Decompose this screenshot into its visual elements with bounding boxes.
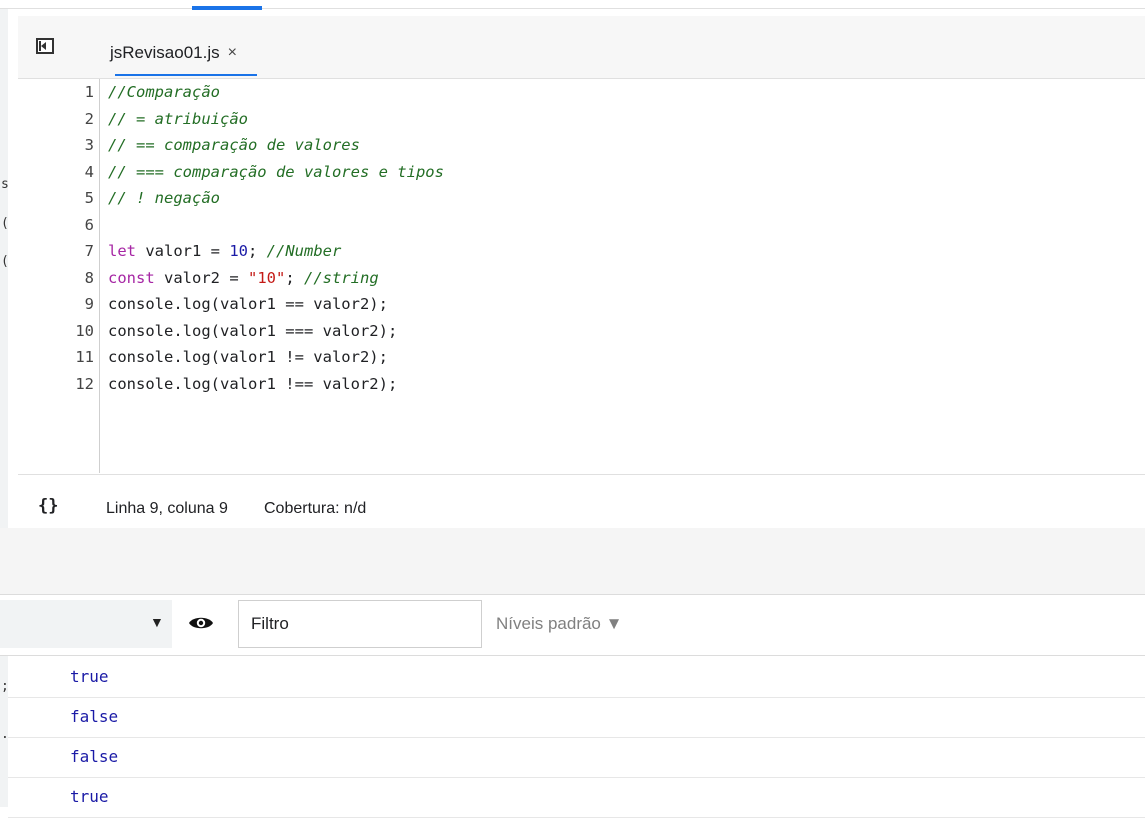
code-text: console.log(valor1 == valor2); <box>108 291 388 317</box>
pretty-print-icon[interactable]: {} <box>38 496 58 516</box>
cursor-position: Linha 9, coluna 9 <box>106 500 228 517</box>
code-token: // ! negação <box>108 189 220 207</box>
line-number[interactable]: 7 <box>58 238 94 264</box>
line-number[interactable]: 12 <box>58 371 94 397</box>
console-message[interactable]: true <box>8 658 1145 698</box>
code-line[interactable]: 8 const valor2 = "10"; //string <box>18 265 1145 291</box>
gutter-divider <box>99 79 100 473</box>
code-token: valor1 = <box>145 242 230 260</box>
line-number[interactable]: 9 <box>58 291 94 317</box>
code-token: ; <box>285 268 304 287</box>
code-text: // === comparação de valores e tipos <box>108 159 444 185</box>
context-selector[interactable] <box>0 600 172 648</box>
console-value: false <box>70 747 119 766</box>
drawer-gap <box>0 528 1145 594</box>
code-line[interactable]: 9 console.log(valor1 == valor2); <box>18 291 1145 317</box>
code-line[interactable]: 12 console.log(valor1 !== valor2); <box>18 371 1145 397</box>
console-value: true <box>70 787 109 806</box>
code-token: console.log(valor1 === valor2); <box>108 321 398 340</box>
line-number[interactable]: 3 <box>58 132 94 158</box>
console-message[interactable]: true <box>8 778 1145 818</box>
code-text: // ! negação <box>108 185 220 211</box>
line-number[interactable]: 2 <box>58 106 94 132</box>
code-token: ; <box>248 242 267 260</box>
tab-jsrevisao01[interactable]: jsRevisao01.js × <box>110 30 237 76</box>
line-number[interactable]: 11 <box>58 344 94 370</box>
code-token: console.log(valor1 != valor2); <box>108 348 388 366</box>
code-token: // == comparação de valores <box>108 136 360 154</box>
line-number[interactable]: 4 <box>58 159 94 185</box>
line-number[interactable]: 6 <box>58 212 94 238</box>
adjacent-panel-fragment: s <box>1 177 9 192</box>
active-tab-underline <box>115 74 257 76</box>
code-token: let <box>108 242 146 260</box>
code-token: // = atribuição <box>108 109 248 128</box>
code-line[interactable]: 11 console.log(valor1 != valor2); <box>18 344 1145 370</box>
code-token: // === comparação de valores e tipos <box>108 162 444 181</box>
line-number[interactable]: 10 <box>58 318 94 344</box>
eye-icon[interactable] <box>188 614 214 632</box>
code-line[interactable]: 2 // = atribuição <box>18 106 1145 132</box>
line-number[interactable]: 1 <box>58 79 94 105</box>
line-number[interactable]: 5 <box>58 185 94 211</box>
code-text: console.log(valor1 !== valor2); <box>108 371 397 397</box>
code-line[interactable]: 6 <box>18 212 1145 238</box>
code-token: //string <box>304 268 379 287</box>
console-output: true false false true <box>8 658 1145 818</box>
console-value: false <box>70 707 119 726</box>
adjacent-panel-fragment: ( <box>1 216 9 231</box>
code-text: // = atribuição <box>108 106 248 132</box>
code-token: const <box>108 268 164 287</box>
console-message[interactable]: false <box>8 738 1145 778</box>
code-line[interactable]: 1 //Comparação <box>18 79 1145 105</box>
toggle-navigator-icon[interactable] <box>36 38 54 54</box>
code-token: valor2 = <box>164 268 248 287</box>
code-line[interactable]: 3 // == comparação de valores <box>18 132 1145 158</box>
code-text: //Comparação <box>108 79 220 105</box>
code-text: const valor2 = "10"; //string <box>108 265 379 291</box>
code-token: //Number <box>266 242 342 260</box>
code-line[interactable]: 7 let valor1 = 10; //Number <box>18 238 1145 264</box>
code-token: "10" <box>248 268 286 287</box>
code-token: console.log(valor1 !== valor2); <box>108 374 398 393</box>
top-active-indicator <box>192 6 262 10</box>
code-token: console.log(valor1 == valor2); <box>108 295 388 313</box>
console-filter-input[interactable] <box>238 600 482 648</box>
code-line[interactable]: 10 console.log(valor1 === valor2); <box>18 318 1145 344</box>
top-edge <box>0 0 1145 9</box>
code-editor[interactable]: 1 //Comparação 2 // = atribuição 3 // == comp… <box>18 79 1145 473</box>
code-text: let valor1 = 10; //Number <box>108 238 341 264</box>
line-number[interactable]: 8 <box>58 265 94 291</box>
coverage-status[interactable]: Cobertura: n/d <box>264 500 366 518</box>
code-line[interactable]: 5 // ! negação <box>18 185 1145 211</box>
dropdown-arrow-icon[interactable]: ▼ <box>150 614 164 630</box>
code-line[interactable]: 4 // === comparação de valores e tipos <box>18 159 1145 185</box>
adjacent-panel-edge: s((;.. <box>0 0 17 807</box>
log-levels-dropdown[interactable]: Níveis padrão ▼ <box>496 614 622 634</box>
code-token: 10 <box>229 242 248 260</box>
console-message[interactable]: false <box>8 698 1145 738</box>
close-icon[interactable]: × <box>228 44 237 62</box>
code-token: //Comparação <box>108 83 220 101</box>
code-text: // == comparação de valores <box>108 132 360 158</box>
tab-file-name: jsRevisao01.js <box>110 43 220 62</box>
console-value: true <box>70 667 109 686</box>
code-text: console.log(valor1 != valor2); <box>108 344 388 370</box>
adjacent-panel-fragment: ( <box>1 254 9 269</box>
code-text: console.log(valor1 === valor2); <box>108 318 397 344</box>
